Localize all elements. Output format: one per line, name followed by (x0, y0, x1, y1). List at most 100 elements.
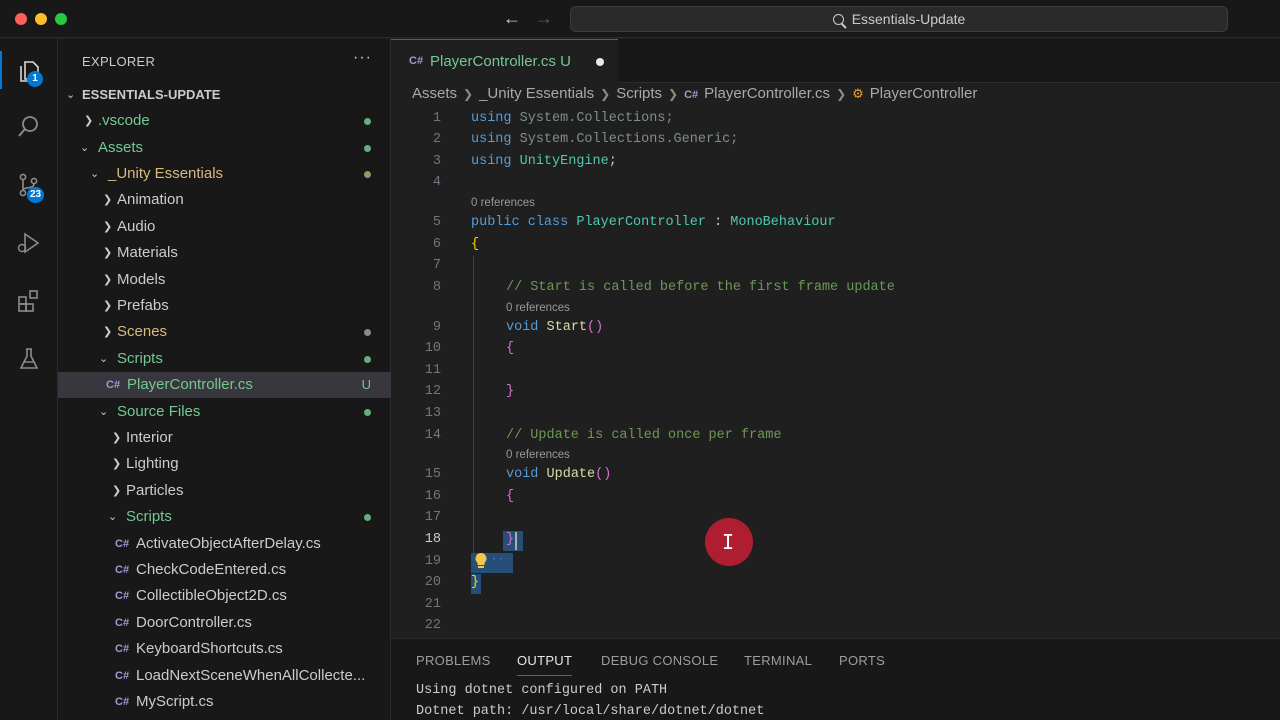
breadcrumb-item[interactable]: PlayerController (870, 85, 978, 102)
explorer-activity[interactable]: 1 (0, 45, 58, 95)
breadcrumb: Assets ❯ _Unity Essentials ❯ Scripts ❯ C# Playe… (412, 85, 977, 107)
tree-item-file[interactable]: C# LoadNextSceneWhenAllCollecte... (58, 663, 391, 689)
breadcrumb-item[interactable]: Scripts (616, 85, 662, 102)
lightbulb-icon[interactable] (474, 552, 488, 570)
tab-ports[interactable]: PORTS (839, 653, 885, 668)
codelens-references[interactable]: 0 references (506, 449, 570, 461)
tree-item-file[interactable]: C# MyScript.cs (58, 689, 391, 715)
csharp-file-icon: C# (684, 89, 699, 101)
workspace-root[interactable]: ⌄ ESSENTIALS-UPDATE (58, 82, 391, 108)
chevron-right-icon: ❯ (836, 87, 847, 101)
tree-item-source-scripts[interactable]: ⌄ Scripts (58, 504, 391, 530)
tree-item-audio[interactable]: ❯ Audio (58, 214, 391, 240)
tree-item-scenes[interactable]: ❯ Scenes (58, 319, 391, 345)
tab-debug-console[interactable]: DEBUG CONSOLE (601, 653, 718, 668)
close-window-button[interactable] (15, 13, 27, 25)
tree-item-label: LoadNextSceneWhenAllCollecte... (136, 667, 366, 684)
breadcrumb-item[interactable]: Assets (412, 85, 457, 102)
tree-item-label: KeyboardShortcuts.cs (136, 640, 283, 657)
command-center-search[interactable]: Essentials-Update (570, 6, 1228, 32)
tree-item-label: Scenes (117, 323, 168, 340)
line-number: 2 (432, 132, 441, 147)
code-line: } (506, 532, 515, 547)
csharp-file-icon: C# (115, 590, 130, 602)
tree-item-label: MyScript.cs (136, 693, 214, 710)
chevron-down-icon: ⌄ (99, 406, 109, 418)
tree-item-unity-essentials[interactable]: ⌄ _Unity Essentials (58, 161, 391, 187)
tree-item-materials[interactable]: ❯ Materials (58, 240, 391, 266)
git-status-dot (364, 329, 371, 336)
breadcrumb-item[interactable]: _Unity Essentials (479, 85, 594, 102)
tree-item-label: Prefabs (117, 297, 169, 314)
run-debug-activity[interactable] (0, 217, 58, 267)
tab-playercontroller[interactable]: C# PlayerController.cs U (391, 39, 618, 83)
tree-item-label: DoorController.cs (136, 614, 252, 631)
csharp-file-icon: C# (115, 617, 130, 629)
window-title: Essentials-Update (851, 11, 966, 27)
git-status-dot (364, 118, 371, 125)
line-number: 3 (432, 154, 441, 169)
indent-guide (473, 256, 474, 578)
git-status-dot (364, 171, 371, 178)
tree-item-interior[interactable]: ❯ Interior (58, 425, 391, 451)
tree-item-label: Materials (117, 244, 178, 261)
chevron-right-icon: ❯ (463, 87, 474, 101)
tab-problems[interactable]: PROBLEMS (416, 653, 491, 668)
chevron-right-icon: ❯ (84, 115, 94, 127)
source-control-activity[interactable]: 23 (0, 159, 58, 209)
more-actions-icon[interactable]: ··· (353, 49, 372, 67)
codelens-references[interactable]: 0 references (506, 302, 570, 314)
tree-item-source-files[interactable]: ⌄ Source Files (58, 399, 391, 425)
tree-item-file[interactable]: C# CollectibleObject2D.cs (58, 583, 391, 609)
tree-item-label: Lighting (126, 455, 179, 472)
tree-item-file[interactable]: C# CheckCodeEntered.cs (58, 557, 391, 583)
chevron-right-icon: ❯ (103, 221, 113, 233)
whitespace-dots: ·· (491, 554, 505, 566)
run-debug-icon (17, 232, 40, 254)
forward-arrow-icon[interactable]: → (535, 8, 553, 29)
back-arrow-icon[interactable]: ← (503, 8, 521, 29)
tree-item-file[interactable]: C# ActivateObjectAfterDelay.cs (58, 531, 391, 557)
extensions-activity[interactable] (0, 275, 58, 325)
code-line: void Update() (506, 467, 612, 482)
unsaved-dot-icon[interactable] (596, 58, 604, 66)
minimize-window-button[interactable] (35, 13, 47, 25)
code-line: // Start is called before the first fram… (506, 280, 895, 295)
tree-item-particles[interactable]: ❯ Particles (58, 478, 391, 504)
code-line: void Start() (506, 320, 604, 335)
line-number: 8 (432, 280, 441, 295)
tree-item-animation[interactable]: ❯ Animation (58, 187, 391, 213)
line-number: 21 (424, 597, 441, 612)
tree-item-models[interactable]: ❯ Models (58, 267, 391, 293)
git-status-dot (364, 145, 371, 152)
chevron-right-icon: ❯ (103, 300, 113, 312)
code-line: using System.Collections; (471, 111, 674, 126)
git-status-untracked: U (361, 377, 371, 392)
tree-item-playercontroller[interactable]: C# PlayerController.cs U (58, 372, 391, 398)
explorer-sidebar: EXPLORER ··· ⌄ ESSENTIALS-UPDATE ❯ .vsco… (58, 39, 391, 720)
codelens-references[interactable]: 0 references (471, 197, 535, 209)
search-activity[interactable] (0, 101, 58, 151)
csharp-file-icon: C# (115, 564, 130, 576)
git-status-dot (364, 514, 371, 521)
breadcrumb-item[interactable]: PlayerController.cs (704, 85, 830, 102)
tree-item-label: Particles (126, 482, 184, 499)
tree-item-lighting[interactable]: ❯ Lighting (58, 451, 391, 477)
tree-item-scripts[interactable]: ⌄ Scripts (58, 346, 391, 372)
tab-terminal[interactable]: TERMINAL (744, 653, 812, 668)
tree-item-prefabs[interactable]: ❯ Prefabs (58, 293, 391, 319)
testing-activity[interactable] (0, 333, 58, 383)
workspace-root-label: ESSENTIALS-UPDATE (82, 87, 221, 102)
code-line: } (506, 384, 515, 399)
csharp-file-icon: C# (115, 643, 130, 655)
tree-item-label: CollectibleObject2D.cs (136, 587, 287, 604)
code-line: { (506, 341, 515, 356)
tree-item-assets[interactable]: ⌄ Assets (58, 135, 391, 161)
zoom-window-button[interactable] (55, 13, 67, 25)
tree-item-file[interactable]: C# DoorController.cs (58, 610, 391, 636)
code-editor[interactable]: 1 2 3 4 5 6 7 8 9 10 11 12 13 14 15 16 1… (391, 108, 1280, 638)
tree-item-vscode[interactable]: ❯ .vscode (58, 108, 391, 134)
tab-output[interactable]: OUTPUT (517, 653, 573, 676)
tree-item-file[interactable]: C# KeyboardShortcuts.cs (58, 636, 391, 662)
line-number: 22 (424, 618, 441, 633)
